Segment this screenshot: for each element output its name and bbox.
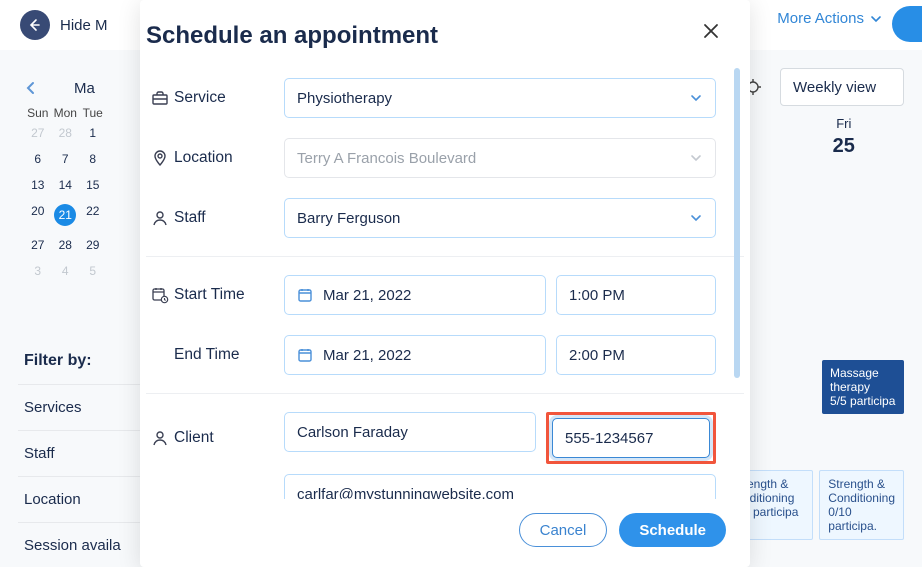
modal-title: Schedule an appointment xyxy=(146,22,438,50)
start-time-value: 1:00 PM xyxy=(569,287,625,304)
end-time-select[interactable]: 2:00 PM xyxy=(556,335,716,375)
client-label: Client xyxy=(174,429,284,447)
close-button[interactable] xyxy=(702,22,720,40)
location-icon xyxy=(146,149,174,167)
end-date-value: Mar 21, 2022 xyxy=(323,347,411,364)
schedule-appointment-modal: Schedule an appointment Service Physioth… xyxy=(140,0,750,567)
scrollbar-thumb[interactable] xyxy=(734,68,740,378)
cancel-button[interactable]: Cancel xyxy=(519,513,608,547)
location-label: Location xyxy=(174,149,284,167)
service-select[interactable]: Physiotherapy xyxy=(284,78,716,118)
staff-select[interactable]: Barry Ferguson xyxy=(284,198,716,238)
client-email-field[interactable] xyxy=(297,486,703,500)
calendar-icon xyxy=(297,347,313,363)
phone-highlight xyxy=(546,412,716,464)
location-select[interactable]: Terry A Francois Boulevard xyxy=(284,138,716,178)
start-date-select[interactable]: Mar 21, 2022 xyxy=(284,275,546,315)
chevron-down-icon xyxy=(689,91,703,105)
client-name-field[interactable] xyxy=(297,424,523,441)
client-name-input[interactable] xyxy=(284,412,536,452)
person-icon xyxy=(146,209,174,227)
end-time-label: End Time xyxy=(174,346,284,364)
staff-value: Barry Ferguson xyxy=(297,210,400,227)
divider xyxy=(146,393,744,394)
modal-overlay: Schedule an appointment Service Physioth… xyxy=(0,0,922,567)
client-email-input[interactable] xyxy=(284,474,716,499)
chevron-down-icon xyxy=(689,211,703,225)
schedule-button[interactable]: Schedule xyxy=(619,513,726,547)
client-phone-field[interactable] xyxy=(565,430,697,447)
person-icon xyxy=(146,429,174,447)
end-date-select[interactable]: Mar 21, 2022 xyxy=(284,335,546,375)
start-time-select[interactable]: 1:00 PM xyxy=(556,275,716,315)
client-phone-input[interactable] xyxy=(552,418,710,458)
location-value: Terry A Francois Boulevard xyxy=(297,150,476,167)
end-time-value: 2:00 PM xyxy=(569,347,625,364)
calendar-icon xyxy=(297,287,313,303)
chevron-down-icon xyxy=(689,151,703,165)
divider xyxy=(146,256,744,257)
close-icon xyxy=(702,22,720,40)
calendar-clock-icon xyxy=(146,286,174,304)
modal-footer: Cancel Schedule xyxy=(140,499,750,567)
service-value: Physiotherapy xyxy=(297,90,392,107)
staff-label: Staff xyxy=(174,209,284,227)
briefcase-icon xyxy=(146,89,174,107)
start-time-label: Start Time xyxy=(174,286,284,304)
service-label: Service xyxy=(174,89,284,107)
start-date-value: Mar 21, 2022 xyxy=(323,287,411,304)
